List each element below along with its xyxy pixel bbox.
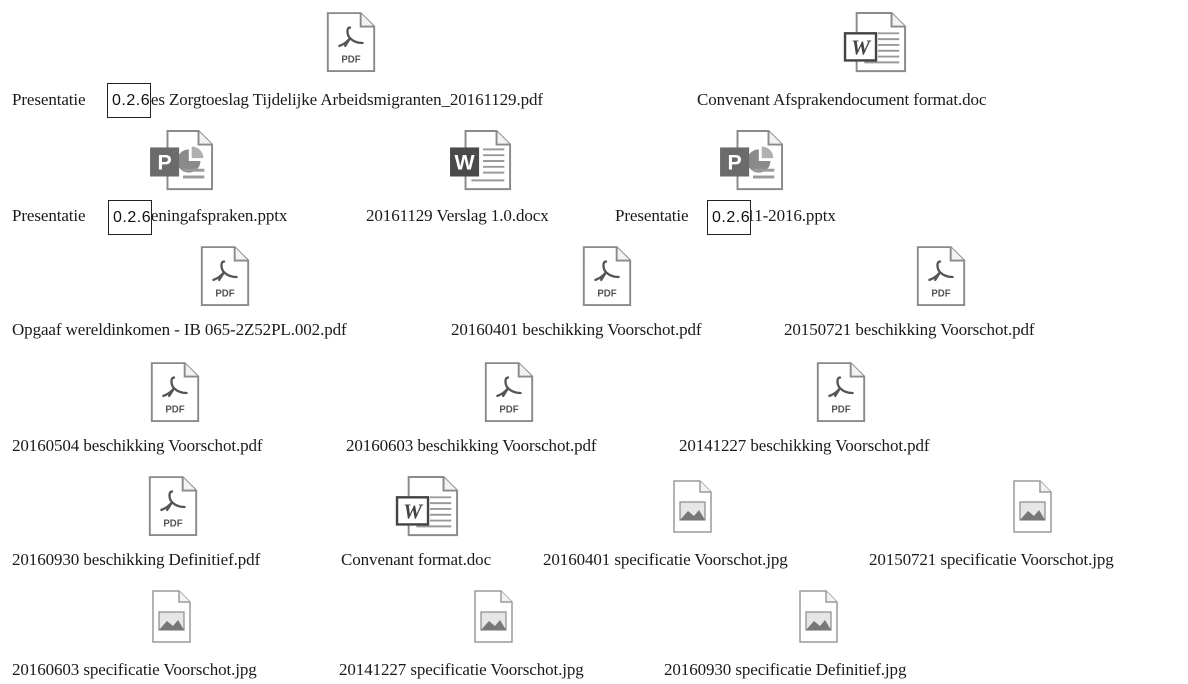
file-label[interactable]: Convenant format.doc <box>341 550 491 570</box>
word-doc-file-icon[interactable]: W <box>842 12 912 74</box>
jpg-file-icon[interactable] <box>471 590 515 644</box>
file-label[interactable]: Opgaaf wereldinkomen - IB 065-2Z52PL.002… <box>12 320 347 340</box>
pdf-file-icon[interactable]: PDF <box>144 476 202 538</box>
file-label[interactable]: 20141227 beschikking Voorschot.pdf <box>679 436 930 456</box>
jpg-file-icon[interactable] <box>149 590 193 644</box>
pdf-icon-text: PDF <box>831 404 850 415</box>
pdf-icon-text: PDF <box>499 404 518 415</box>
text-overlay-box: 0.2.6 <box>707 200 751 235</box>
jpg-file-icon[interactable] <box>796 590 840 644</box>
pptx-file-icon[interactable]: P <box>717 130 789 192</box>
word-icon-letter: W <box>403 500 424 524</box>
file-label[interactable]: 20141227 specificatie Voorschot.jpg <box>339 660 584 680</box>
word-doc-file-icon[interactable]: W <box>394 476 464 538</box>
pdf-file-icon[interactable]: PDF <box>480 362 538 424</box>
pdf-file-icon[interactable]: PDF <box>812 362 870 424</box>
file-label[interactable]: 20160930 beschikking Definitief.pdf <box>12 550 260 570</box>
file-label[interactable]: 20160504 beschikking Voorschot.pdf <box>12 436 263 456</box>
pdf-icon-text: PDF <box>165 404 184 415</box>
file-label[interactable]: Convenant Afsprakendocument format.doc <box>697 90 986 110</box>
ppt-icon-letter: P <box>727 151 741 175</box>
pdf-file-icon[interactable]: PDF <box>322 12 380 74</box>
file-label[interactable]: 20160401 specificatie Voorschot.jpg <box>543 550 788 570</box>
pdf-icon-text: PDF <box>597 288 616 299</box>
pdf-file-icon[interactable]: PDF <box>196 246 254 308</box>
ppt-icon-letter: P <box>157 151 171 175</box>
pdf-file-icon[interactable]: PDF <box>578 246 636 308</box>
text-overlay-box: 0.2.6 <box>108 200 152 235</box>
pdf-file-icon[interactable]: PDF <box>146 362 204 424</box>
word-icon-letter: W <box>455 151 476 175</box>
word-icon-letter: W <box>851 36 872 60</box>
file-label[interactable]: 20160603 specificatie Voorschot.jpg <box>12 660 257 680</box>
pdf-file-icon[interactable]: PDF <box>912 246 970 308</box>
pdf-icon-text: PDF <box>215 288 234 299</box>
pdf-icon-text: PDF <box>163 518 182 529</box>
file-label[interactable]: 20161129 Verslag 1.0.docx <box>366 206 549 226</box>
pdf-icon-text: PDF <box>931 288 950 299</box>
jpg-file-icon[interactable] <box>670 480 714 534</box>
docx-file-icon[interactable]: W <box>447 130 517 192</box>
jpg-file-icon[interactable] <box>1010 480 1054 534</box>
file-label[interactable]: 20160401 beschikking Voorschot.pdf <box>451 320 702 340</box>
pptx-file-icon[interactable]: P <box>147 130 219 192</box>
file-label[interactable]: 20160930 specificatie Definitief.jpg <box>664 660 906 680</box>
file-label[interactable]: 20150721 beschikking Voorschot.pdf <box>784 320 1035 340</box>
file-label[interactable]: Presentatie roces Zorgtoeslag Tijdelijke … <box>12 90 543 110</box>
file-label[interactable]: 20160603 beschikking Voorschot.pdf <box>346 436 597 456</box>
text-overlay-box: 0.2.6 <box>107 83 151 118</box>
file-label[interactable]: 20150721 specificatie Voorschot.jpg <box>869 550 1114 570</box>
pdf-icon-text: PDF <box>341 54 360 65</box>
